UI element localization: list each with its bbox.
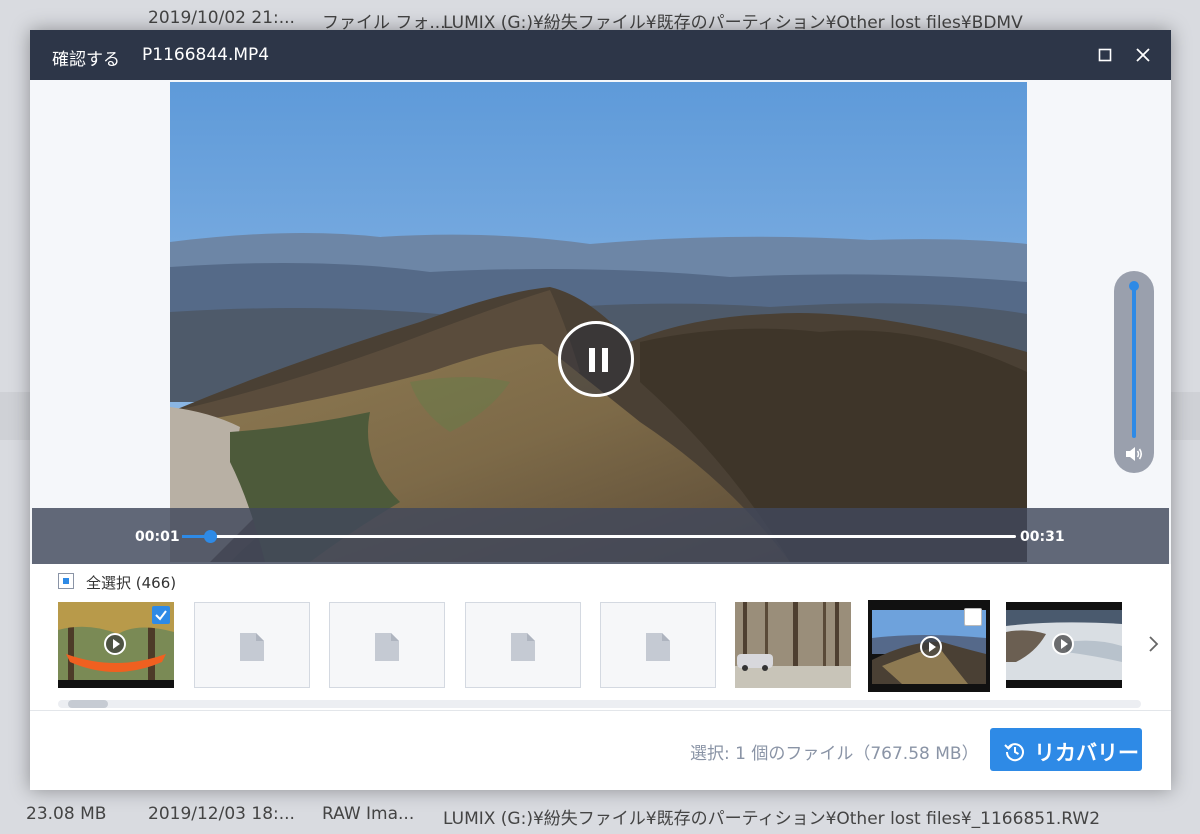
bg-row-path: LUMIX (G:)¥紛失ファイル¥既存のパーティション¥Other lost … bbox=[443, 809, 1101, 829]
thumbnail-checkbox[interactable] bbox=[964, 608, 982, 626]
thumbnail-item[interactable] bbox=[58, 602, 174, 688]
select-all-label: 全選択 (466) bbox=[86, 574, 177, 592]
bg-list-row[interactable]: 23.08 MB 2019/12/03 18:... RAW Ima... LU… bbox=[0, 794, 1200, 834]
thumbnail-item[interactable] bbox=[329, 602, 445, 688]
thumbnail-checkbox[interactable] bbox=[152, 606, 170, 624]
select-all-checkbox[interactable] bbox=[58, 573, 74, 589]
close-icon bbox=[1136, 48, 1150, 62]
volume-knob[interactable] bbox=[1129, 281, 1139, 291]
bg-row-type: RAW Ima... bbox=[322, 804, 415, 824]
thumbnail-item[interactable] bbox=[194, 602, 310, 688]
thumbnail-image bbox=[735, 602, 851, 688]
playback-controls: 00:01 00:31 bbox=[32, 508, 1169, 564]
thumbnail-item[interactable] bbox=[465, 602, 581, 688]
file-placeholder-icon bbox=[240, 633, 264, 661]
pause-icon bbox=[589, 348, 608, 372]
thumbnail-strip bbox=[30, 598, 1171, 698]
current-time: 00:01 bbox=[135, 529, 180, 545]
play-icon bbox=[1052, 633, 1074, 655]
history-icon bbox=[1004, 743, 1024, 762]
total-time: 00:31 bbox=[1020, 529, 1065, 545]
pause-button[interactable] bbox=[558, 321, 634, 397]
speaker-icon[interactable] bbox=[1123, 443, 1145, 465]
dialog-title: 確認する bbox=[52, 50, 120, 70]
thumbnails-next-button[interactable] bbox=[1148, 634, 1160, 659]
seek-knob[interactable] bbox=[204, 530, 218, 543]
maximize-button[interactable] bbox=[1090, 40, 1120, 70]
close-button[interactable] bbox=[1128, 40, 1158, 70]
bg-row-date: 2019/10/02 21:... bbox=[148, 8, 295, 28]
preview-dialog: 確認する P1166844.MP4 00:01 00:31 全選択 (466) … bbox=[30, 30, 1171, 790]
recover-button[interactable]: リカバリー bbox=[990, 728, 1142, 771]
seek-bar[interactable] bbox=[182, 530, 1016, 543]
check-icon bbox=[155, 610, 167, 621]
preview-file-name: P1166844.MP4 bbox=[142, 45, 270, 65]
play-icon bbox=[104, 633, 126, 655]
thumbnail-item[interactable] bbox=[735, 602, 851, 688]
maximize-icon bbox=[1098, 48, 1112, 62]
volume-track bbox=[1132, 286, 1136, 438]
thumbnail-item[interactable] bbox=[600, 602, 716, 688]
bg-row-size: 23.08 MB bbox=[26, 804, 107, 824]
thumbnail-item-current[interactable] bbox=[868, 600, 990, 692]
recover-button-label: リカバリー bbox=[1034, 741, 1139, 765]
selection-status: 選択: 1 個のファイル（767.58 MB） bbox=[690, 744, 979, 764]
chevron-right-icon bbox=[1149, 636, 1159, 652]
thumbnail-item[interactable] bbox=[1006, 602, 1122, 688]
file-placeholder-icon bbox=[646, 633, 670, 661]
footer-divider bbox=[30, 710, 1171, 711]
dialog-titlebar: 確認する P1166844.MP4 bbox=[30, 30, 1171, 80]
file-placeholder-icon bbox=[511, 633, 535, 661]
volume-slider[interactable] bbox=[1114, 271, 1154, 473]
thumbnail-scrollbar[interactable] bbox=[58, 700, 1141, 708]
scrollbar-thumb[interactable] bbox=[68, 700, 108, 708]
video-preview-area bbox=[30, 80, 1171, 564]
play-icon bbox=[920, 636, 942, 658]
bg-row-date: 2019/12/03 18:... bbox=[148, 804, 295, 824]
file-placeholder-icon bbox=[375, 633, 399, 661]
